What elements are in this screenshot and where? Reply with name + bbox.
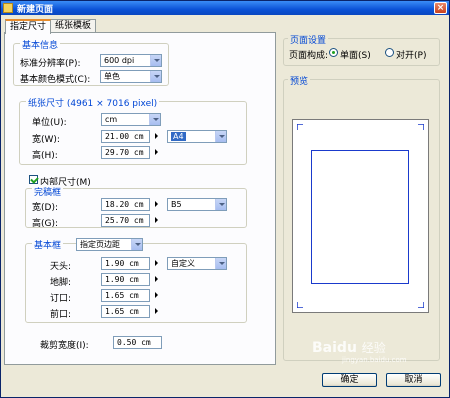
frame-height-input[interactable]: 25.70 cm — [101, 214, 150, 227]
crop-mark-icon — [297, 124, 303, 130]
frame-width-input[interactable]: 18.20 cm — [101, 198, 150, 211]
paper-height-input[interactable]: 29.70 cm — [101, 146, 150, 159]
margin-preset-select[interactable]: 自定义 — [167, 257, 227, 270]
unit-select[interactable]: cm — [101, 113, 161, 126]
crop-mark-icon — [418, 302, 424, 308]
crop-mark-icon — [418, 124, 424, 130]
finish-frame-title: 完稿框 — [32, 185, 64, 198]
chevron-down-icon — [131, 239, 142, 250]
watermark-url: jingyan.baidu.com — [342, 356, 407, 364]
spread-label[interactable]: 对开(P) — [396, 48, 426, 61]
tab-bar: 指定尺寸 纸张模板 — [5, 19, 97, 34]
arrow-right-icon[interactable] — [155, 276, 158, 282]
close-button[interactable]: × — [434, 2, 447, 14]
arrow-right-icon[interactable] — [155, 201, 158, 207]
color-mode-label: 基本颜色模式(C): — [20, 75, 91, 85]
preview-inner-frame — [311, 150, 409, 284]
frame-preset-select[interactable]: B5 — [167, 198, 227, 211]
color-mode-select[interactable]: 单色 — [100, 70, 162, 83]
bottom-margin-input[interactable]: 1.90 cm — [101, 273, 150, 286]
arrow-right-icon[interactable] — [155, 133, 158, 139]
top-margin-input[interactable]: 1.90 cm — [101, 257, 150, 270]
inner-size-checkbox[interactable] — [29, 175, 38, 184]
title-bar[interactable]: 新建页面 × — [1, 1, 449, 15]
paper-width-input[interactable]: 21.00 cm — [101, 130, 150, 143]
top-margin-label: 天头: — [50, 262, 72, 272]
bleed-width-label: 裁剪宽度(I): — [40, 341, 89, 351]
unit-label: 单位(U): — [32, 118, 67, 128]
basic-info-title: 基本信息 — [20, 38, 61, 51]
bleed-width-input[interactable]: 0.50 cm — [113, 336, 162, 349]
chevron-down-icon — [215, 199, 226, 210]
paper-height-label: 高(H): — [32, 151, 58, 161]
resolution-label: 标准分辨率(P): — [20, 59, 81, 69]
bottom-margin-label: 地脚: — [50, 278, 72, 288]
outer-margin-label: 前口: — [50, 310, 72, 320]
paper-preset-select[interactable]: A4 — [167, 130, 227, 143]
paper-width-label: 宽(W): — [32, 135, 60, 145]
single-sided-label[interactable]: 单面(S) — [340, 48, 371, 61]
page-layout-label: 页面构成: — [289, 51, 329, 61]
baidu-watermark: Baidu 经验 jingyan.baidu.com — [312, 339, 407, 364]
arrow-right-icon[interactable] — [155, 260, 158, 266]
chevron-down-icon — [150, 55, 161, 66]
frame-width-label: 宽(D): — [32, 203, 58, 213]
watermark-sub: 经验 — [361, 341, 386, 355]
outer-margin-input[interactable]: 1.65 cm — [101, 305, 150, 318]
frame-height-label: 高(G): — [32, 219, 59, 229]
arrow-right-icon[interactable] — [155, 217, 158, 223]
app-icon — [3, 3, 13, 13]
arrow-right-icon[interactable] — [155, 308, 158, 314]
ok-button[interactable]: 确定 — [322, 373, 377, 387]
chevron-down-icon — [215, 131, 226, 142]
cancel-button[interactable]: 取消 — [386, 373, 441, 387]
preview-page — [292, 119, 429, 313]
preview-title: 预览 — [288, 74, 311, 87]
chevron-down-icon — [215, 258, 226, 269]
paper-size-title: 纸张尺寸 (4961 × 7016 pixel) — [26, 96, 160, 109]
new-page-dialog: 新建页面 × 指定尺寸 纸张模板 基本信息 标准分辨率(P): 600 dpi … — [0, 0, 450, 398]
chevron-down-icon — [149, 114, 160, 125]
spread-radio[interactable] — [385, 48, 394, 57]
inner-margin-label: 订口: — [50, 294, 72, 304]
page-settings-title: 页面设置 — [288, 33, 329, 46]
arrow-right-icon[interactable] — [155, 292, 158, 298]
base-frame-mode-select[interactable]: 指定页边距 — [76, 238, 143, 251]
window-title: 新建页面 — [17, 4, 54, 15]
tab-paper-template[interactable]: 纸张模板 — [50, 19, 97, 33]
tab-panel: 基本信息 标准分辨率(P): 600 dpi 基本颜色模式(C): 单色 纸张尺… — [4, 32, 276, 365]
resolution-select[interactable]: 600 dpi — [100, 54, 162, 67]
base-frame-title: 基本框 — [32, 238, 64, 251]
tab-specify-size[interactable]: 指定尺寸 — [5, 19, 52, 34]
watermark-brand: Baidu — [312, 340, 357, 356]
inner-margin-input[interactable]: 1.65 cm — [101, 289, 150, 302]
chevron-down-icon — [150, 71, 161, 82]
single-sided-radio[interactable] — [329, 48, 338, 57]
arrow-right-icon[interactable] — [155, 149, 158, 155]
crop-mark-icon — [297, 302, 303, 308]
